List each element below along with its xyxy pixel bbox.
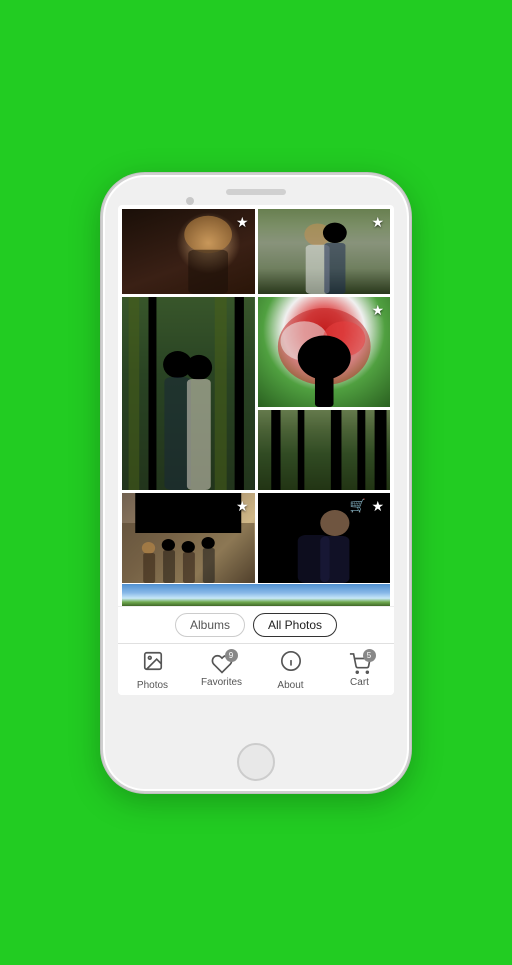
filter-bar: Albums All Photos [118, 606, 394, 643]
nav-label-photos: Photos [137, 680, 168, 691]
star-icon: ★ [236, 214, 249, 231]
all-photos-filter-button[interactable]: All Photos [253, 613, 337, 637]
photo-cell[interactable]: ★ [258, 209, 391, 294]
nav-item-cart[interactable]: 5 Cart [335, 653, 385, 688]
sky-strip [122, 584, 390, 606]
star-icon: ★ [371, 214, 384, 231]
photo-grid: ★ ★ [118, 205, 394, 584]
star-icon: ★ [236, 498, 249, 515]
favorites-icon: 9 [211, 653, 233, 675]
phone-speaker [226, 189, 286, 195]
albums-filter-button[interactable]: Albums [175, 613, 245, 637]
nav-item-photos[interactable]: Photos [128, 650, 178, 691]
photo-cell[interactable]: ★ [258, 297, 391, 407]
phone-screen: ★ ★ [118, 205, 394, 695]
cart-icon: 5 [349, 653, 371, 675]
nav-label-cart: Cart [350, 677, 369, 688]
photo-cell[interactable]: 🛒 ★ [258, 493, 391, 583]
photo-cell[interactable]: ★ [122, 493, 255, 583]
about-icon [280, 650, 302, 678]
nav-item-favorites[interactable]: 9 Favorites [197, 653, 247, 688]
phone-home-button[interactable] [237, 743, 275, 781]
photo-cell[interactable] [258, 410, 391, 490]
photos-icon [142, 650, 164, 678]
star-icon: ★ [371, 302, 384, 319]
nav-label-favorites: Favorites [201, 677, 242, 688]
nav-label-about: About [277, 680, 303, 691]
favorites-badge: 9 [225, 649, 238, 662]
star-icon: ★ [371, 498, 384, 515]
phone-frame: ★ ★ [101, 173, 411, 793]
cart-badge: 5 [363, 649, 376, 662]
photo-cell[interactable] [122, 297, 255, 490]
bottom-nav: Photos 9 Favorites [118, 643, 394, 695]
cart-icon: 🛒 [350, 498, 366, 514]
photo-cell[interactable]: ★ [122, 209, 255, 294]
phone-camera [186, 197, 194, 205]
nav-item-about[interactable]: About [266, 650, 316, 691]
